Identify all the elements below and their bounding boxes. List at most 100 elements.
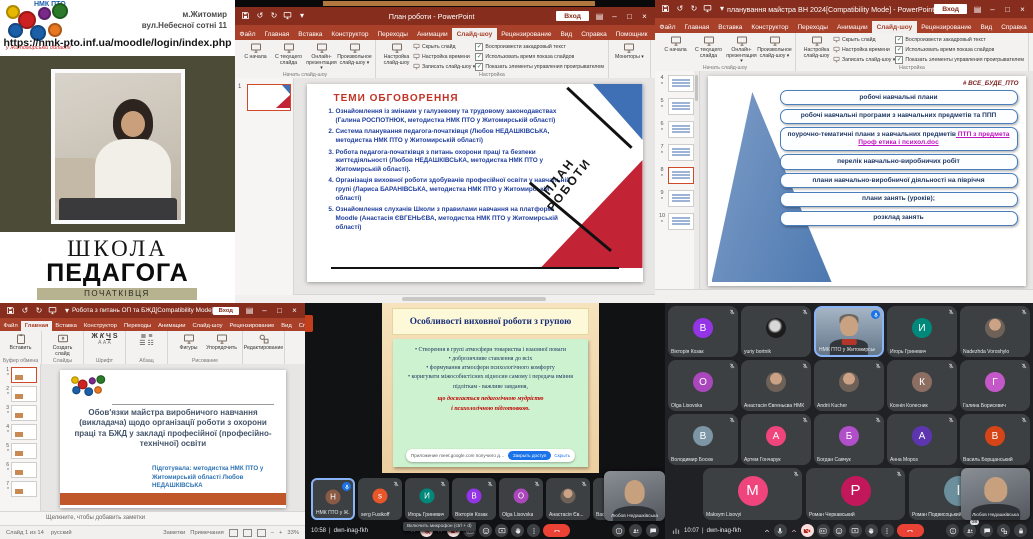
reactions-button[interactable] <box>833 524 846 537</box>
font-controls[interactable]: Ж К Ч SА́ А A <box>88 333 121 346</box>
play-narrations-checkbox[interactable]: ✓Воспроизвести закадровый текст <box>895 35 1024 44</box>
captions-button[interactable] <box>817 524 830 537</box>
monitors-button[interactable]: Мониторы ▾ <box>613 42 646 61</box>
slideshow-view-icon[interactable] <box>257 529 266 537</box>
zoom-in-button[interactable]: + <box>279 530 282 536</box>
qat-dropdown-icon[interactable]: ▾ <box>717 4 727 14</box>
paste-button[interactable]: Вставить <box>4 333 37 352</box>
new-slide-button[interactable]: Создать слайд <box>46 333 79 357</box>
ribbon-tab-вид[interactable]: Вид <box>556 28 577 40</box>
ribbon-tab-рецензирование[interactable]: Рецензирование <box>917 21 976 33</box>
ribbon-tab-слайд-шоу[interactable]: Слайд-шоу <box>872 21 917 33</box>
rehearse-timings-button[interactable]: Настройка времени <box>833 45 895 54</box>
hide-slide-button[interactable]: Скрыть слайд <box>413 42 475 51</box>
from-current-slide-button[interactable]: С текущего слайда <box>692 35 725 59</box>
ribbon-tab-файл[interactable]: Файл <box>235 28 260 40</box>
participant-tile[interactable]: Nadezhda Voroshylo <box>960 306 1030 357</box>
hide-banner-link[interactable]: Скрыть <box>554 453 570 458</box>
use-timings-checkbox[interactable]: ✓Использовать время показа слайдов <box>895 45 1024 54</box>
arrange-button[interactable]: Упорядочить <box>205 333 238 352</box>
ribbon-tab-анимации[interactable]: Анимации <box>832 21 872 33</box>
ribbon-tab-конструктор[interactable]: Конструктор <box>80 321 120 331</box>
checkbox-checked-icon[interactable]: ✓ <box>895 46 903 54</box>
ribbon-tab-файл[interactable]: Файл <box>655 21 680 33</box>
participant-tile[interactable]: ААртем Гончарук <box>741 414 811 465</box>
start-slideshow-icon[interactable] <box>48 306 58 316</box>
slide-thumbnail[interactable]: 10* <box>658 213 697 230</box>
undo-icon[interactable]: ↺ <box>255 11 265 21</box>
maximize-button[interactable]: □ <box>272 303 287 318</box>
levels-icon[interactable] <box>671 526 681 536</box>
maximize-button[interactable]: □ <box>1000 2 1015 17</box>
meeting-info-button[interactable] <box>946 524 959 537</box>
end-call-button[interactable] <box>897 524 924 537</box>
participant-tile[interactable]: МMaksym Lisovyi <box>703 468 802 520</box>
participant-tile[interactable]: ААнна Мороз <box>887 414 957 465</box>
participant-tile[interactable]: НМК ПТО у Житомирській о... <box>814 306 884 357</box>
paragraph-controls[interactable]: ≣ ≡☰ ☷ <box>130 333 163 347</box>
from-start-button[interactable]: С начала <box>659 35 692 54</box>
ribbon-tab-рецензирование[interactable]: Рецензирование <box>226 321 278 331</box>
sign-in-button[interactable]: Вход <box>556 11 589 21</box>
ribbon-tab-рецензирование[interactable]: Рецензирование <box>497 28 556 40</box>
slide-thumbnail[interactable]: 6* <box>3 462 38 478</box>
slide-thumbnail[interactable]: 2* <box>3 386 38 402</box>
ribbon-tab-справка[interactable]: Справка <box>997 21 1032 33</box>
sign-in-button[interactable]: Вход <box>934 4 967 14</box>
ribbon-tab-конструктор[interactable]: Конструктор <box>747 21 793 33</box>
checkbox-checked-icon[interactable]: ✓ <box>895 56 903 64</box>
participant-tile[interactable]: ИИгорь Гриневич <box>887 306 957 357</box>
start-slideshow-icon[interactable] <box>283 11 293 21</box>
participant-tile[interactable]: ННМК ПТО у Ж... <box>311 478 355 520</box>
ribbon-tab-слайд-шоу[interactable]: Слайд-шоу <box>189 321 226 331</box>
qat-dropdown-icon[interactable]: ▾ <box>62 306 72 316</box>
ribbon-tab-главная[interactable]: Главная <box>260 28 294 40</box>
participant-tile[interactable]: Анастасія Євгеньєва НМК П... <box>741 360 811 411</box>
people-button[interactable] <box>629 524 642 537</box>
notes-placeholder[interactable]: Щелкните, чтобы добавить заметки <box>0 511 305 525</box>
zoom-level[interactable]: 33% <box>287 530 299 536</box>
people-button[interactable]: 28 <box>963 524 976 537</box>
participant-tile[interactable]: Анастасія Єв... <box>546 478 590 520</box>
checkbox-checked-icon[interactable]: ✓ <box>475 43 483 51</box>
ribbon-tab-слайд-шоу[interactable]: Слайд-шоу <box>452 28 497 40</box>
ribbon-tab-анимации[interactable]: Анимации <box>412 28 452 40</box>
checkbox-checked-icon[interactable]: ✓ <box>895 36 903 44</box>
ribbon-display-options-icon[interactable]: ▤ <box>592 9 607 24</box>
self-view-tile[interactable]: Любов Недашківська <box>604 471 665 521</box>
ribbon-tab-вид[interactable]: Вид <box>976 21 997 33</box>
participant-tile[interactable]: Andrii Kucher <box>814 360 884 411</box>
use-timings-checkbox[interactable]: ✓Использовать время показа слайдов <box>475 52 604 61</box>
close-button[interactable]: × <box>1015 2 1030 17</box>
slide-thumbnail[interactable]: 4* <box>658 75 697 92</box>
slide-thumbnails-pane[interactable]: 4*5*6*7*8*9*10* <box>655 71 700 290</box>
slide-thumbnail[interactable]: 4* <box>3 424 38 440</box>
participant-tile[interactable]: sserg Fusikoff <box>358 478 402 520</box>
hide-slide-button[interactable]: Скрыть слайд <box>833 35 895 44</box>
rehearse-timings-button[interactable]: Настройка времени <box>413 52 475 61</box>
horizontal-scrollbar[interactable] <box>293 294 655 303</box>
slide-thumbnail[interactable]: 3* <box>3 405 38 421</box>
more-options-button[interactable] <box>881 524 894 537</box>
participant-tile[interactable]: ВВолодимир Босюк <box>668 414 738 465</box>
online-presentation-button[interactable]: Онлайн-презентация ▾ <box>305 42 338 72</box>
redo-icon[interactable]: ↻ <box>689 4 699 14</box>
ribbon-tab-вид[interactable]: Вид <box>278 321 296 331</box>
stop-sharing-button[interactable]: Закрыть доступ <box>508 451 551 460</box>
slide-thumbnail[interactable]: 1* <box>3 367 38 383</box>
sign-in-button[interactable]: Вход <box>213 307 239 315</box>
language-indicator[interactable]: русский <box>51 530 72 536</box>
ribbon-tab-вставка[interactable]: Вставка <box>52 321 81 331</box>
setup-slideshow-button[interactable]: Настройка слайд-шоу <box>380 42 413 66</box>
chevron-icon[interactable] <box>790 524 798 537</box>
ribbon-tab-конструктор[interactable]: Конструктор <box>327 28 373 40</box>
ribbon-tab-анимации[interactable]: Анимации <box>155 321 189 331</box>
save-icon[interactable] <box>661 4 671 14</box>
more-options-button[interactable] <box>527 524 540 537</box>
participant-tile[interactable]: ИИгорь Гриневич <box>405 478 449 520</box>
from-start-button[interactable]: С начала <box>239 42 272 61</box>
present-button[interactable] <box>849 524 862 537</box>
ribbon-tab-справка[interactable]: Справка <box>295 321 305 331</box>
ribbon-display-options-icon[interactable]: ▤ <box>970 2 985 17</box>
camera-off-button[interactable] <box>801 524 814 537</box>
